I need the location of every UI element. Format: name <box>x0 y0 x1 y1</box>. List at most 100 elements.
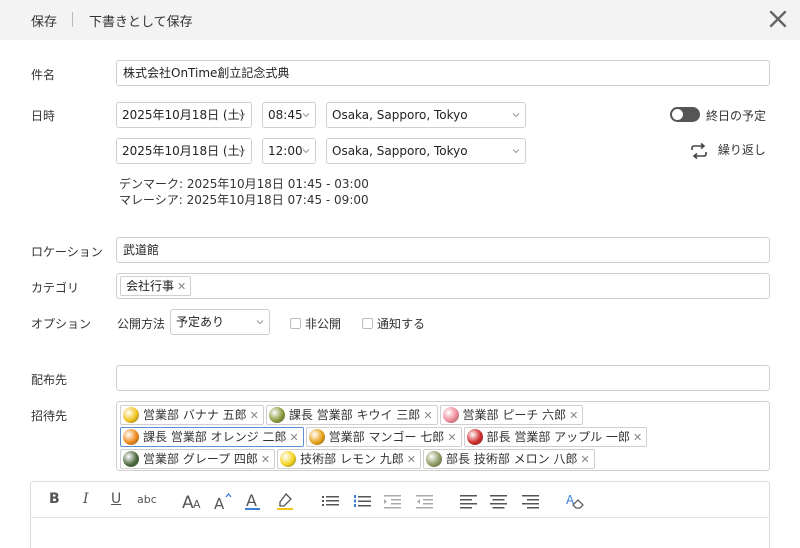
remove-icon[interactable]: ✕ <box>633 431 642 444</box>
align-right-icon <box>522 495 539 509</box>
melon-icon <box>426 450 442 467</box>
invitee-chip[interactable]: 部長 技術部 メロン 八郎 ✕ <box>423 449 595 469</box>
invitee-chip[interactable]: 営業部 バナナ 五郎 ✕ <box>120 405 264 425</box>
chevron-down-icon <box>512 149 520 154</box>
end-timezone-select[interactable]: Osaka, Sapporo, Tokyo <box>326 138 526 164</box>
chevron-down-icon <box>256 320 264 325</box>
start-time-value: 08:45 <box>268 108 303 122</box>
lemon-icon <box>280 450 297 467</box>
outdent-icon <box>416 495 433 509</box>
close-button[interactable] <box>768 8 788 30</box>
superscript-button[interactable]: A <box>213 491 235 513</box>
remove-icon[interactable]: ✕ <box>289 431 298 444</box>
bold-button[interactable]: B <box>49 491 60 511</box>
invitee-name: 営業部 マンゴー 七郎 <box>328 430 445 444</box>
italic-button[interactable]: I <box>83 491 89 511</box>
svg-text:A: A <box>214 495 225 511</box>
start-time-select[interactable]: 08:45 <box>262 102 316 128</box>
private-option[interactable]: 非公開 <box>290 315 341 332</box>
underline-button[interactable]: U <box>111 491 121 511</box>
strikethrough-button[interactable]: abc <box>137 493 157 513</box>
top-toolbar: 保存 下書きとして保存 <box>0 0 800 40</box>
numbered-list-icon <box>354 495 371 507</box>
distribution-input[interactable] <box>116 365 770 391</box>
invitee-chip[interactable]: 営業部 グレープ 四郎 ✕ <box>120 449 276 469</box>
svg-text:A: A <box>246 491 257 510</box>
invitee-chip[interactable]: 部長 営業部 アップル 一郎 ✕ <box>463 427 648 447</box>
repeat-label: 繰り返し <box>717 143 766 157</box>
kiwi-icon <box>268 406 285 423</box>
outdent-button[interactable] <box>415 491 435 511</box>
numbered-list-button[interactable] <box>353 491 373 511</box>
location-label: ロケーション <box>31 245 103 259</box>
highlighter-icon <box>277 493 293 510</box>
remove-icon[interactable]: ✕ <box>580 453 589 466</box>
category-chip: 会社行事 ✕ <box>120 276 192 296</box>
disclosure-label: 公開方法 <box>117 317 166 331</box>
end-date-value: 2025年10月18日 (土) <box>122 144 245 158</box>
remove-icon[interactable]: ✕ <box>423 409 432 422</box>
toolbar-divider <box>72 12 73 27</box>
end-time-select[interactable]: 12:00 <box>262 138 316 164</box>
invitee-name: 営業部 ピーチ 六郎 <box>462 408 567 422</box>
remove-icon[interactable]: ✕ <box>261 453 270 466</box>
invitee-chip[interactable]: 課長 営業部 オレンジ 二郎 ✕ <box>120 427 304 447</box>
start-date-value: 2025年10月18日 (土) <box>122 108 245 122</box>
location-input[interactable]: 武道館 <box>116 237 770 263</box>
clear-format-button[interactable]: A <box>565 491 585 511</box>
remove-icon[interactable]: ✕ <box>407 453 416 466</box>
options-label: オプション <box>31 317 92 331</box>
notify-checkbox[interactable] <box>362 318 373 329</box>
repeat-button[interactable]: 繰り返し <box>688 141 766 160</box>
category-chip-label: 会社行事 <box>126 279 175 293</box>
bullet-list-icon <box>322 496 339 506</box>
all-day-toggle[interactable] <box>670 107 700 122</box>
highlight-button[interactable] <box>275 491 295 511</box>
invitee-name: 課長 営業部 オレンジ 二郎 <box>143 430 287 444</box>
disclosure-select[interactable]: 予定あり <box>170 309 270 335</box>
chevron-down-icon <box>302 149 310 154</box>
notify-option[interactable]: 通知する <box>362 315 425 332</box>
invitees-input[interactable]: 営業部 バナナ 五郎 ✕ 課長 営業部 キウイ 三郎 ✕ 営業部 ピーチ 六郎 ✕課長 営… <box>116 401 770 471</box>
end-time-value: 12:00 <box>268 144 303 158</box>
category-input[interactable]: 会社行事 ✕ <box>116 273 770 299</box>
invitee-name: 技術部 レモン 九郎 <box>300 452 404 466</box>
save-button[interactable]: 保存 <box>31 11 57 30</box>
align-right-button[interactable] <box>521 491 541 511</box>
start-timezone-select[interactable]: Osaka, Sapporo, Tokyo <box>326 102 526 128</box>
close-icon <box>769 10 787 28</box>
font-size-button[interactable]: AA <box>181 491 203 513</box>
bullet-list-button[interactable] <box>321 491 341 511</box>
remove-icon[interactable]: ✕ <box>177 280 186 293</box>
indent-button[interactable] <box>383 491 403 511</box>
end-date-select[interactable]: 2025年10月18日 (土) <box>116 138 252 164</box>
remove-icon[interactable]: ✕ <box>250 409 259 422</box>
invitee-name: 部長 営業部 アップル 一郎 <box>486 430 630 444</box>
private-checkbox[interactable] <box>290 318 301 329</box>
font-color-icon: A <box>245 491 260 510</box>
font-color-button[interactable]: A <box>243 491 263 511</box>
body-editor[interactable]: B I U abc AA A A A <box>30 481 770 548</box>
private-label: 非公開 <box>305 317 342 331</box>
remove-icon[interactable]: ✕ <box>447 431 456 444</box>
datetime-label: 日時 <box>31 109 56 123</box>
align-center-button[interactable] <box>489 491 509 511</box>
chevron-down-icon <box>238 149 246 154</box>
save-draft-button[interactable]: 下書きとして保存 <box>89 11 193 30</box>
chevron-down-icon <box>302 113 310 118</box>
invitee-chip[interactable]: 営業部 ピーチ 六郎 ✕ <box>439 405 584 425</box>
invitee-name: 課長 営業部 キウイ 三郎 <box>288 408 421 422</box>
invitee-chip[interactable]: 営業部 マンゴー 七郎 ✕ <box>305 427 462 447</box>
disclosure-value: 予定あり <box>176 315 225 329</box>
start-date-select[interactable]: 2025年10月18日 (土) <box>116 102 252 128</box>
category-label: カテゴリ <box>31 281 80 295</box>
invitee-chip[interactable]: 課長 営業部 キウイ 三郎 ✕ <box>265 405 438 425</box>
align-left-button[interactable] <box>459 491 479 511</box>
end-timezone-value: Osaka, Sapporo, Tokyo <box>332 144 468 158</box>
remove-icon[interactable]: ✕ <box>569 409 578 422</box>
font-size-icon: AA <box>182 493 201 513</box>
invitee-chip[interactable]: 技術部 レモン 九郎 ✕ <box>277 449 421 469</box>
all-day-label: 終日の予定 <box>706 109 767 123</box>
svg-text:A: A <box>193 498 201 511</box>
subject-input[interactable]: 株式会社OnTime創立記念式典 <box>116 60 770 86</box>
